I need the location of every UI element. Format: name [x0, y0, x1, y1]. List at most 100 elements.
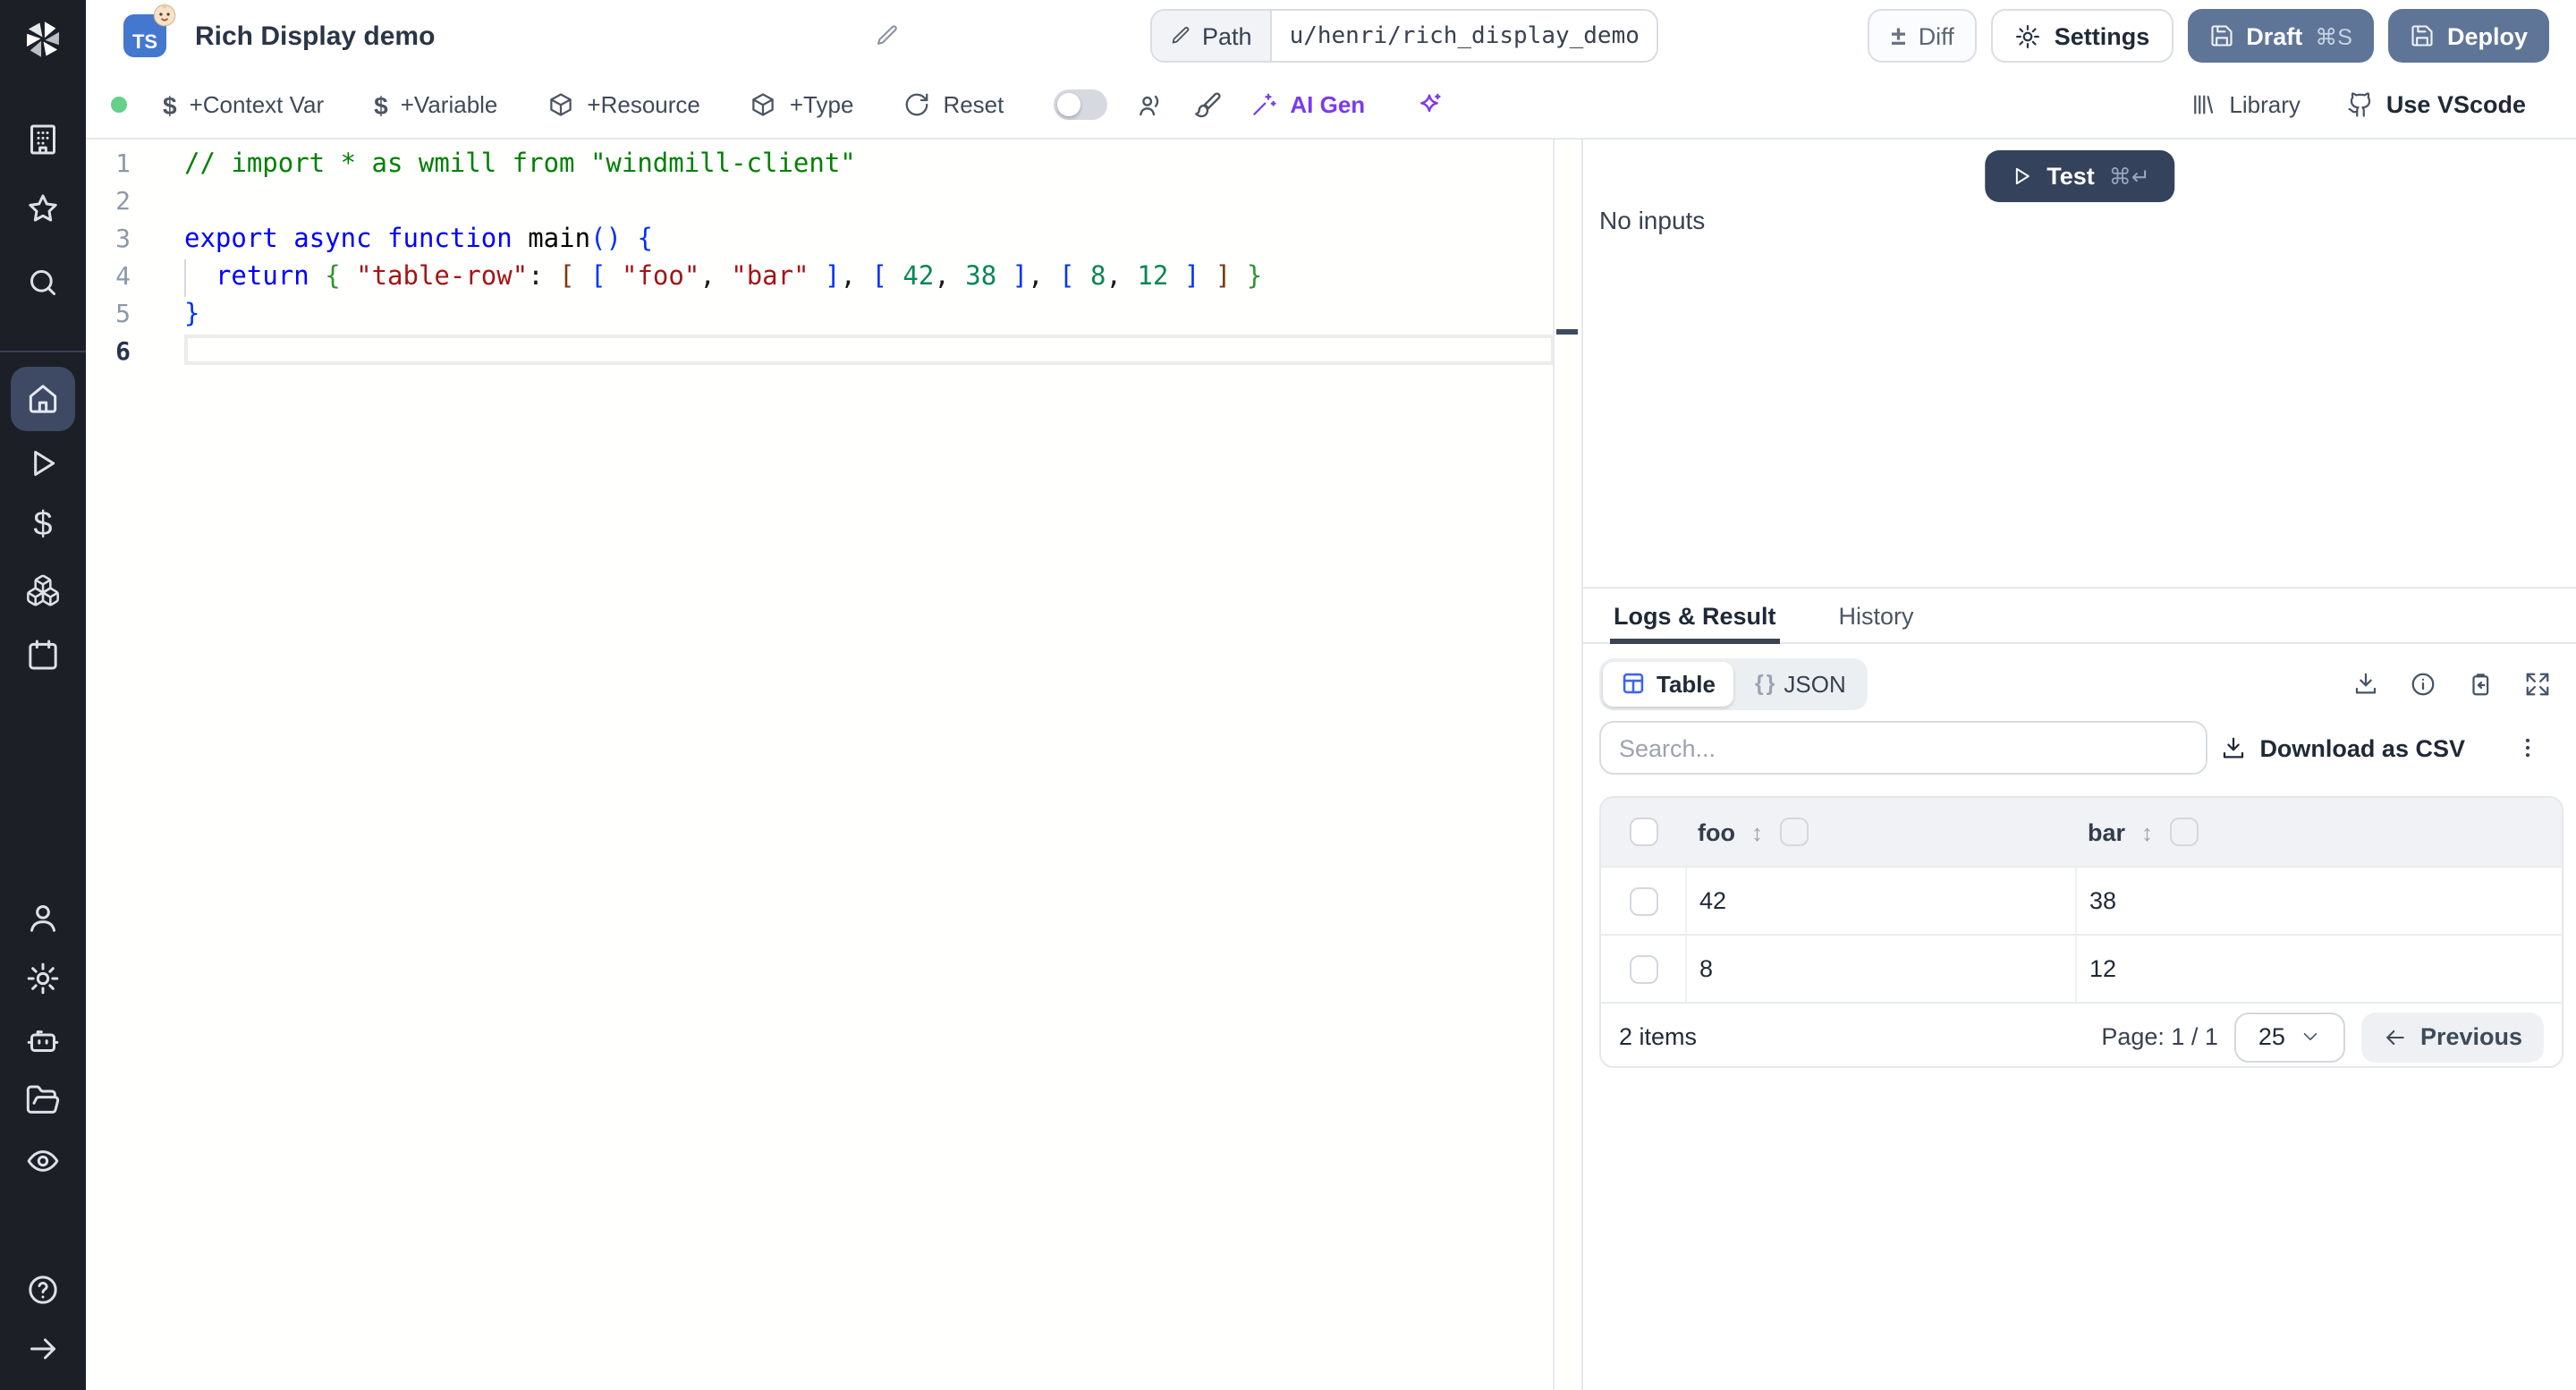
sidebar-item-workspace[interactable] [0, 122, 86, 157]
line-number: 5 [115, 301, 131, 329]
test-shortcut: ⌘↵ [2108, 165, 2150, 190]
sidebar-item-resources[interactable] [0, 572, 86, 608]
column-header-foo[interactable]: foo [1698, 818, 1735, 845]
edit-title-button[interactable] [875, 23, 900, 48]
path-label: Path [1152, 11, 1272, 61]
copy-to-clipboard-icon[interactable] [2467, 670, 2494, 697]
diff-button[interactable]: ± Diff [1868, 9, 1978, 63]
download-icon[interactable] [2352, 670, 2379, 697]
ai-gen-button[interactable]: AI Gen [1250, 91, 1365, 118]
deploy-button[interactable]: Deploy [2387, 9, 2549, 63]
view-toggle: Table { } JSON [1599, 657, 1868, 709]
sidebar-item-audit[interactable] [0, 1143, 86, 1179]
status-dot [111, 97, 127, 113]
sidebar: $ [0, 0, 86, 1390]
use-vscode-button[interactable]: Use VScode [2347, 91, 2526, 118]
collaboration-button[interactable] [1136, 90, 1165, 119]
save-icon [2210, 25, 2232, 47]
table-row: 42 38 [1601, 866, 2562, 934]
line-numbers: 1 2 3 4 5 6 [86, 147, 131, 372]
dollar-icon: $ [163, 90, 177, 119]
sidebar-item-home[interactable] [11, 367, 75, 431]
code-lines[interactable]: // import * as wmill from "windmill-clie… [184, 147, 1546, 372]
editor-scrollbar[interactable] [1553, 140, 1581, 1390]
header: TS Rich Display demo Path u/henri/rich_d… [86, 0, 2576, 73]
add-resource-button[interactable]: +Resource [547, 91, 700, 118]
windmill-logo-icon[interactable] [0, 16, 86, 63]
row-checkbox[interactable] [1629, 886, 1657, 915]
building-icon [30, 124, 55, 155]
sidebar-item-folders[interactable] [0, 1082, 86, 1118]
view-table-button[interactable]: Table [1603, 661, 1733, 706]
path-chip[interactable]: Path u/henri/rich_display_demo [1150, 9, 1659, 63]
settings-button[interactable]: Settings [1991, 9, 2174, 63]
calendar-icon [29, 640, 57, 670]
code-editor[interactable]: 1 2 3 4 5 6 // import * as wmill from "w… [86, 140, 1581, 1390]
column-filter-box[interactable] [1779, 818, 1808, 846]
sidebar-divider [0, 351, 86, 352]
dollar-icon: $ [33, 506, 53, 544]
sidebar-item-help[interactable] [0, 1272, 86, 1308]
sidebar-item-ai[interactable] [0, 1021, 86, 1057]
sort-icon[interactable]: ↕ [1751, 818, 1763, 845]
sidebar-item-users[interactable] [0, 900, 86, 936]
search-icon [30, 270, 55, 295]
collaborators-icon [1140, 94, 1159, 115]
package-icon [550, 93, 572, 116]
active-line-number: 6 [115, 338, 131, 367]
expand-icon[interactable] [2524, 670, 2551, 697]
search-input[interactable] [1599, 721, 2207, 775]
package-icon [753, 93, 775, 116]
pencil-icon [1172, 27, 1190, 44]
sidebar-item-search[interactable] [0, 265, 86, 301]
sidebar-item-favorites[interactable] [0, 191, 86, 227]
play-icon [2014, 167, 2029, 185]
info-icon[interactable] [2410, 670, 2436, 697]
format-button[interactable] [1193, 90, 1222, 119]
home-icon [29, 385, 57, 413]
previous-page-button[interactable]: Previous [2360, 1012, 2544, 1062]
brush-icon [1195, 91, 1221, 117]
select-all-checkbox[interactable] [1629, 818, 1657, 846]
right-panel: Test ⌘↵ No inputs Logs & Result History … [1581, 140, 2576, 1390]
ai-sparkles-button[interactable] [1415, 90, 1444, 119]
column-header-bar[interactable]: bar [2088, 818, 2125, 845]
draft-button[interactable]: Draft ⌘S [2187, 9, 2374, 63]
result-tabs: Logs & Result History [1583, 587, 2576, 644]
help-icon [29, 1276, 57, 1304]
table-options-button[interactable] [2515, 735, 2540, 760]
table-icon [1623, 673, 1644, 694]
sort-icon[interactable]: ↕ [2141, 818, 2153, 845]
tab-history[interactable]: History [1835, 589, 1918, 642]
add-context-var-button[interactable]: $ +Context Var [163, 90, 324, 119]
line-number: 3 [115, 225, 131, 254]
pencil-icon [877, 25, 897, 45]
result-table: foo ↕ bar ↕ 42 38 8 12 2 items Page: 1 / 1 … [1599, 796, 2563, 1068]
page-size-select[interactable]: 25 [2233, 1012, 2345, 1062]
chevron-down-icon [2304, 1032, 2318, 1041]
library-button[interactable]: Library [2190, 91, 2301, 118]
column-filter-box[interactable] [2169, 818, 2199, 846]
add-type-button[interactable]: +Type [750, 91, 853, 118]
sidebar-item-settings[interactable] [0, 961, 86, 996]
table-search-row: Download as CSV [1599, 721, 2551, 775]
vscode-icon [2348, 92, 2371, 117]
sidebar-collapse[interactable] [0, 1331, 86, 1367]
tab-logs-result[interactable]: Logs & Result [1610, 589, 1780, 644]
reset-button[interactable]: Reset [903, 91, 1004, 118]
sidebar-item-runs[interactable] [0, 445, 86, 481]
sparkles-icon [1420, 92, 1441, 112]
diff-mode-toggle[interactable] [1054, 89, 1108, 120]
items-count: 2 items [1619, 1023, 1698, 1050]
sidebar-item-schedules[interactable] [0, 637, 86, 673]
view-json-button[interactable]: { } JSON [1737, 661, 1864, 706]
dollar-icon: $ [374, 90, 388, 119]
add-variable-button[interactable]: $ +Variable [374, 90, 497, 119]
test-button[interactable]: Test ⌘↵ [1984, 150, 2175, 202]
cell-bar: 38 [2075, 868, 2562, 934]
star-icon [29, 194, 57, 222]
download-csv-button[interactable]: Download as CSV [2220, 734, 2465, 761]
sidebar-item-variables[interactable]: $ [0, 506, 86, 544]
row-checkbox[interactable] [1629, 954, 1657, 983]
